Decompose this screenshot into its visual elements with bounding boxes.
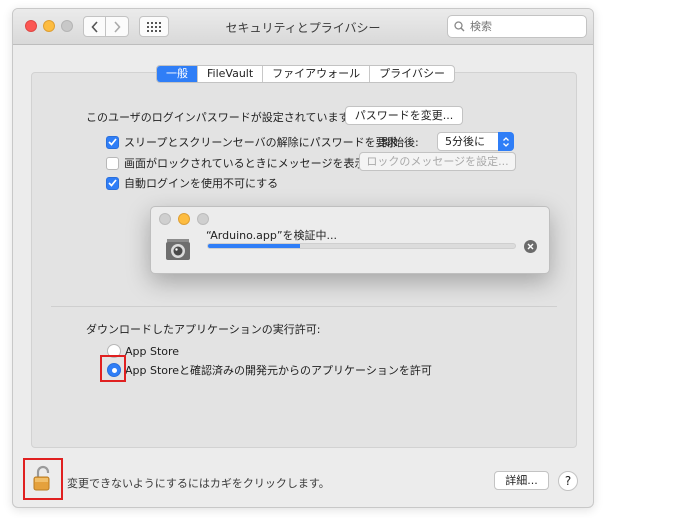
checkmark-icon [108, 179, 117, 187]
start-after-label: 開始後: [382, 136, 419, 149]
tab-general[interactable]: 一般 [157, 66, 197, 82]
advanced-button[interactable]: 詳細... [494, 471, 549, 490]
tab-firewall[interactable]: ファイアウォール [262, 66, 369, 82]
security-icon [163, 233, 193, 263]
password-status: このユーザのログインパスワードが設定されています [86, 109, 349, 125]
show-message-checkbox[interactable] [106, 156, 119, 170]
tab-bar: 一般 FileVault ファイアウォール プライバシー [156, 65, 455, 83]
verification-dialog: “Arduino.app”を検証中... [150, 206, 550, 274]
section-divider [51, 306, 557, 307]
dialog-message: “Arduino.app”を検証中... [206, 229, 338, 242]
disable-auto-login-checkbox[interactable] [106, 176, 119, 190]
tab-filevault[interactable]: FileVault [197, 66, 262, 82]
radio-identified-developers-label: App Storeと確認済みの開発元からのアプリケーションを許可 [125, 364, 432, 377]
updown-arrows-icon [498, 132, 514, 151]
downloads-heading: ダウンロードしたアプリケーションの実行許可: [86, 321, 321, 337]
start-after-value: 5分後に [445, 135, 485, 148]
disable-auto-login-row: 自動ログインを使用不可にする [106, 175, 278, 191]
downloads-label: ダウンロードしたアプリケーションの実行許可: [86, 323, 321, 336]
show-message-row: 画面がロックされているときにメッセージを表示 [106, 155, 365, 171]
require-password-checkbox[interactable] [106, 135, 119, 149]
search-field[interactable] [447, 15, 587, 38]
progress-fill [208, 244, 301, 248]
dialog-close-button[interactable] [159, 213, 171, 225]
require-password-label: スリープとスクリーンセーバの解除にパスワードを要求 [124, 136, 398, 149]
checkmark-icon [108, 138, 117, 146]
password-status-label: このユーザのログインパスワードが設定されています [86, 111, 350, 124]
dialog-zoom-button[interactable] [197, 213, 209, 225]
radio-highlight-box [100, 355, 126, 382]
show-message-label: 画面がロックされているときにメッセージを表示 [124, 157, 366, 170]
radio-identified-developers-row: App Storeと確認済みの開発元からのアプリケーションを許可 [107, 362, 432, 378]
require-password-row: スリープとスクリーンセーバの解除にパスワードを要求 [106, 134, 398, 150]
change-password-button[interactable]: パスワードを変更... [345, 106, 463, 125]
radio-app-store-label: App Store [125, 344, 180, 358]
start-after-row: 開始後: [382, 134, 419, 150]
title-bar: セキュリティとプライバシー [13, 9, 593, 45]
start-after-select[interactable]: 5分後に [437, 132, 514, 151]
lock-hint-text: 変更できないようにするにはカギをクリックします。 [67, 477, 330, 490]
disable-auto-login-label: 自動ログインを使用不可にする [124, 177, 279, 190]
help-button[interactable]: ? [558, 471, 578, 491]
set-lock-message-button[interactable]: ロックのメッセージを設定... [359, 152, 516, 171]
cancel-icon[interactable] [524, 240, 537, 253]
lock-highlight-box [23, 458, 63, 500]
search-input[interactable] [470, 20, 580, 33]
tab-privacy[interactable]: プライバシー [369, 66, 454, 82]
verification-progress-bar [207, 243, 516, 249]
search-icon [454, 21, 465, 32]
dialog-minimize-button[interactable] [178, 213, 190, 225]
